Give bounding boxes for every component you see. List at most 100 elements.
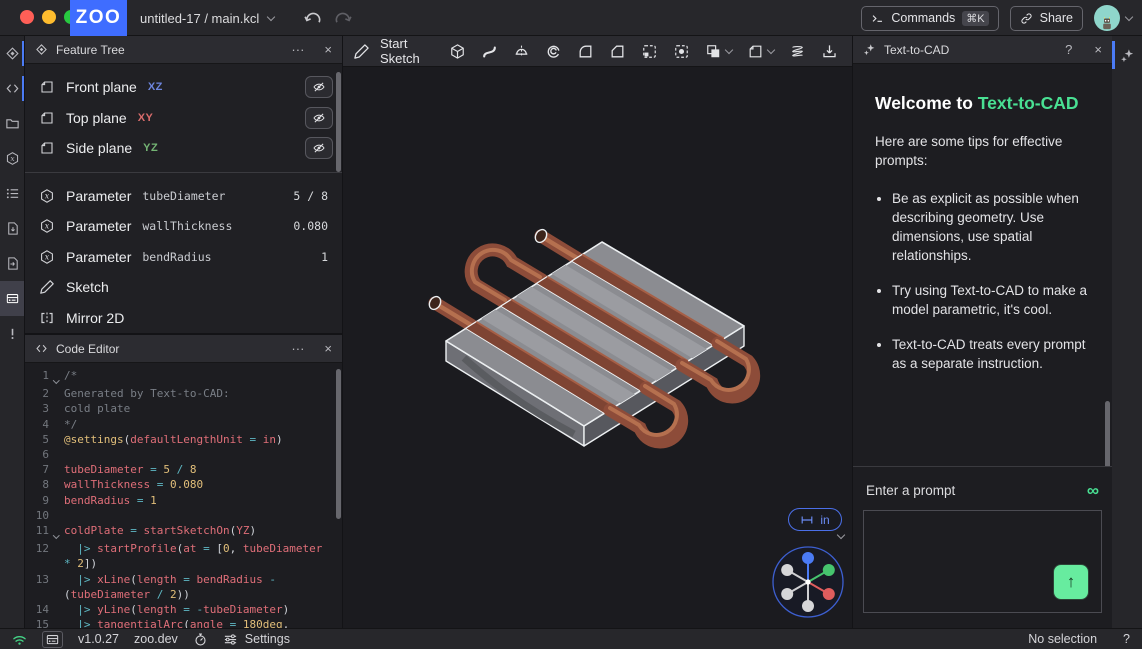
chevron-down-icon (766, 45, 774, 53)
machine-pane-icon[interactable] (0, 281, 24, 316)
plane-label: Top plane (66, 110, 127, 126)
commands-button[interactable]: Commands ⌘K (861, 6, 998, 31)
toggle-visibility-button[interactable] (305, 137, 333, 159)
logs-pane-icon[interactable] (0, 176, 24, 211)
plane-label: Side plane (66, 140, 132, 156)
tip-item: Be as explicit as possible when describi… (892, 189, 1092, 265)
line-number: 10 (25, 508, 49, 523)
code-line[interactable]: 5@settings(defaultLengthUnit = in) (25, 432, 342, 447)
file-export-icon (5, 256, 20, 271)
code-line[interactable]: 12 |> startProfile(at = [0, tubeDiameter… (25, 541, 342, 571)
extrude-icon[interactable] (449, 43, 466, 60)
code-line[interactable]: 8wallThickness = 0.080 (25, 477, 342, 492)
line-number: 13 (25, 572, 49, 602)
panel-menu-button[interactable]: ··· (291, 43, 304, 56)
orientation-gizmo[interactable] (771, 545, 845, 619)
feature-tree-operation-item[interactable]: Mirror 2D (25, 303, 342, 334)
shell-icon[interactable] (641, 43, 658, 60)
start-sketch-button[interactable]: Start Sketch (353, 36, 420, 66)
line-number: 11 (25, 523, 49, 541)
cold-plate-model[interactable] (343, 67, 852, 628)
boolean-tool[interactable] (705, 43, 732, 60)
feature-tree-pane-icon[interactable] (0, 36, 24, 71)
text-to-cad-panel: Text-to-CAD ? × Welcome to Text-to-CAD H… (853, 36, 1112, 628)
code-line[interactable]: 7tubeDiameter = 5 / 8 (25, 462, 342, 477)
operation-variable-name: bendRadius (142, 250, 211, 264)
zoo-logo[interactable]: ZOO (70, 0, 127, 36)
code-line[interactable]: 2Generated by Text-to-CAD: (25, 386, 342, 401)
feature-tree-operation-item[interactable]: xParameterbendRadius1 (25, 242, 342, 273)
report-bug-pane-icon[interactable] (0, 316, 24, 351)
network-status-icon[interactable] (12, 632, 27, 647)
units-button[interactable]: in (788, 508, 842, 531)
project-file-menu[interactable]: untitled-17 / main.kcl (140, 0, 274, 36)
panel-menu-button[interactable]: ··· (291, 342, 304, 355)
code-editor-content[interactable]: 1/*2Generated by Text-to-CAD:3cold plate… (25, 363, 342, 628)
window-close-button[interactable] (20, 10, 34, 24)
code-line[interactable]: 14 |> yLine(length = -tubeDiameter) (25, 602, 342, 617)
help-button[interactable]: ? (1123, 632, 1130, 646)
code-line[interactable]: 9bendRadius = 1 (25, 493, 342, 508)
toggle-visibility-button[interactable] (305, 76, 333, 98)
eye-slash-icon (312, 141, 326, 155)
revolve-icon[interactable] (513, 43, 530, 60)
code-line[interactable]: 15 |> tangentialArc(angle = 180deg, (25, 617, 342, 628)
scrollbar-thumb[interactable] (336, 72, 341, 172)
operation-label: Parameter (66, 188, 131, 204)
toggle-visibility-button[interactable] (305, 107, 333, 129)
sweep-icon[interactable] (481, 43, 498, 60)
settings-button[interactable]: Settings (223, 632, 290, 647)
timer-icon[interactable] (193, 632, 208, 647)
machine-status-button[interactable] (42, 631, 63, 648)
plane-tool[interactable] (747, 43, 774, 60)
operation-variable-name: tubeDiameter (142, 189, 225, 203)
scrollbar-thumb[interactable] (336, 369, 341, 519)
app-version[interactable]: v1.0.27 (78, 632, 119, 646)
zoo-dev-link[interactable]: zoo.dev (134, 632, 178, 646)
code-line[interactable]: 3cold plate (25, 401, 342, 416)
share-button[interactable]: Share (1010, 6, 1083, 31)
plane-axis: YZ (143, 142, 158, 154)
code-line[interactable]: 11coldPlate = startSketchOn(YZ) (25, 523, 342, 541)
text-to-cad-pane-icon[interactable] (1112, 36, 1142, 74)
code-line[interactable]: 13 |> xLine(length = bendRadius - (tubeD… (25, 572, 342, 602)
plane-axis: XY (138, 112, 154, 124)
panel-close-button[interactable]: × (324, 342, 332, 355)
panel-close-button[interactable]: × (1094, 43, 1102, 56)
code-text: |> startProfile(at = [0, tubeDiameter * … (64, 541, 342, 571)
chamfer-icon[interactable] (609, 43, 626, 60)
code-line[interactable]: 10 (25, 508, 342, 523)
feature-tree-plane-item[interactable]: Top plane XY (25, 103, 342, 134)
project-files-pane-icon[interactable] (0, 106, 24, 141)
feature-tree-plane-item[interactable]: Front planeXZ (25, 72, 342, 103)
save-pane-icon[interactable] (0, 246, 24, 281)
hole-icon[interactable] (673, 43, 690, 60)
feature-tree-operation-item[interactable]: xParameterwallThickness0.080 (25, 211, 342, 242)
code-line[interactable]: 1/* (25, 368, 342, 386)
loft-icon[interactable] (545, 43, 562, 60)
redo-button[interactable] (333, 9, 353, 29)
fillet-icon[interactable] (577, 43, 594, 60)
folder-icon (5, 116, 20, 131)
export-pane-icon[interactable] (0, 211, 24, 246)
variables-pane-icon[interactable]: x (0, 141, 24, 176)
feature-tree-operation-item[interactable]: Sketch (25, 272, 342, 303)
submit-prompt-button[interactable]: ↑ (1053, 564, 1089, 600)
feature-tree-operation-item[interactable]: xParametertubeDiameter5 / 8 (25, 181, 342, 212)
code-line[interactable]: 6 (25, 447, 342, 462)
undo-button[interactable] (303, 9, 323, 29)
panel-close-button[interactable]: × (324, 43, 332, 56)
window-minimize-button[interactable] (42, 10, 56, 24)
user-menu[interactable] (1094, 5, 1132, 31)
panel-help-button[interactable]: ? (1065, 43, 1072, 56)
code-pane-icon[interactable] (0, 71, 24, 106)
fold-chevron-icon[interactable] (49, 368, 64, 386)
3d-viewport[interactable]: Start Sketch (343, 36, 852, 628)
gutter-spacer (49, 462, 64, 477)
insert-icon[interactable] (821, 43, 838, 60)
line-number: 3 (25, 401, 49, 416)
code-line[interactable]: 4*/ (25, 417, 342, 432)
fold-chevron-icon[interactable] (49, 523, 64, 541)
helix-icon[interactable] (789, 43, 806, 60)
feature-tree-plane-item[interactable]: Side plane YZ (25, 133, 342, 164)
